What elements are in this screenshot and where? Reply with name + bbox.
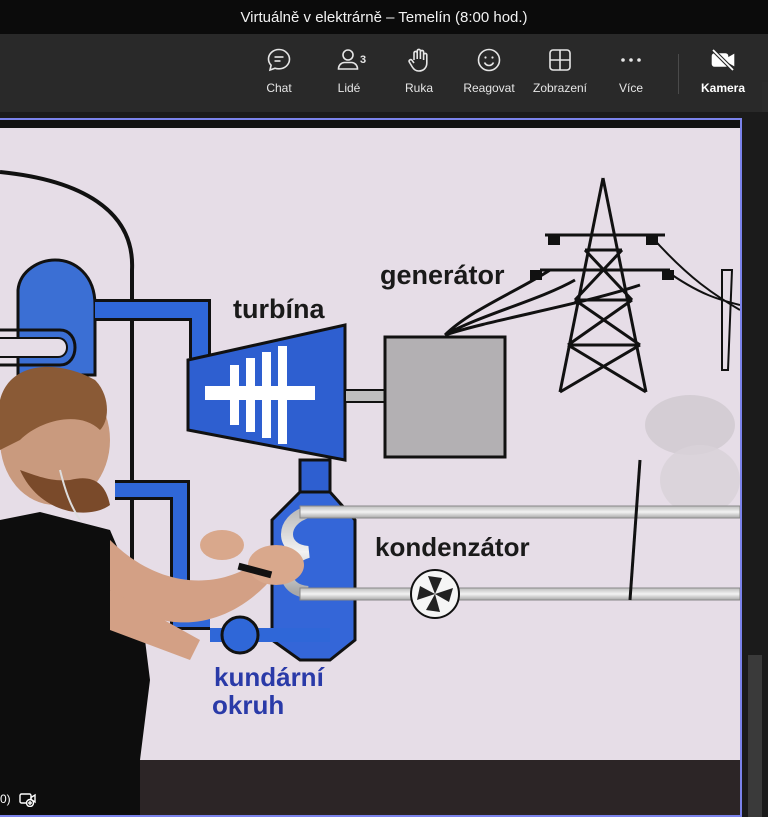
audio-indicator-text: 0) [0, 792, 11, 806]
people-label: Lidé [337, 81, 361, 95]
secondary-circuit-label-line2: okruh [212, 690, 284, 720]
chat-label: Chat [266, 81, 292, 95]
raise-hand-label: Ruka [404, 81, 433, 95]
cooling-pipe-top [299, 505, 740, 519]
meeting-toolbar: Chat 3 Lidé Ruka Reagovat Zobrazení Více… [0, 34, 768, 132]
hand-icon [408, 48, 428, 72]
camera-button[interactable]: Kamera [690, 46, 756, 106]
chat-icon [267, 48, 291, 72]
people-icon [337, 49, 359, 70]
stage-scrollbar[interactable] [748, 655, 762, 817]
grid-icon [549, 49, 571, 71]
react-button[interactable]: Reagovat [456, 46, 522, 106]
view-label: Zobrazení [532, 81, 588, 95]
meeting-title: Virtuálně v elektrárně – Temelín (8:00 h… [240, 8, 528, 26]
more-button[interactable]: Více [598, 46, 664, 106]
smiley-icon [477, 48, 501, 72]
people-count-badge: 3 [360, 54, 367, 66]
more-label: Více [618, 81, 643, 95]
title-bar: Virtuálně v elektrárně – Temelín (8:00 h… [0, 0, 768, 34]
secondary-circuit-label-line1: kundární [214, 662, 325, 692]
more-icon [621, 58, 641, 62]
turbine-label: turbína [233, 294, 325, 324]
shared-video[interactable]: generátor turbína kondenzátor kundární o… [0, 118, 742, 817]
raise-hand-button[interactable]: Ruka [386, 46, 452, 106]
view-button[interactable]: Zobrazení [527, 46, 593, 106]
chat-button[interactable]: Chat [246, 46, 312, 106]
cooling-pipe-bottom [299, 587, 740, 601]
generator-box [383, 335, 507, 459]
condenser-label: kondenzátor [375, 532, 530, 562]
video-scene: generátor turbína kondenzátor kundární o… [0, 120, 740, 815]
camera-label: Kamera [700, 81, 746, 95]
people-button[interactable]: 3 Lidé [316, 46, 382, 106]
add-video-icon[interactable] [18, 791, 37, 807]
video-footer: 0) [0, 786, 37, 812]
generator-label: generátor [380, 260, 505, 290]
toolbar-divider [678, 54, 679, 94]
camera-off-icon [711, 48, 735, 72]
react-label: Reagovat [463, 81, 515, 95]
